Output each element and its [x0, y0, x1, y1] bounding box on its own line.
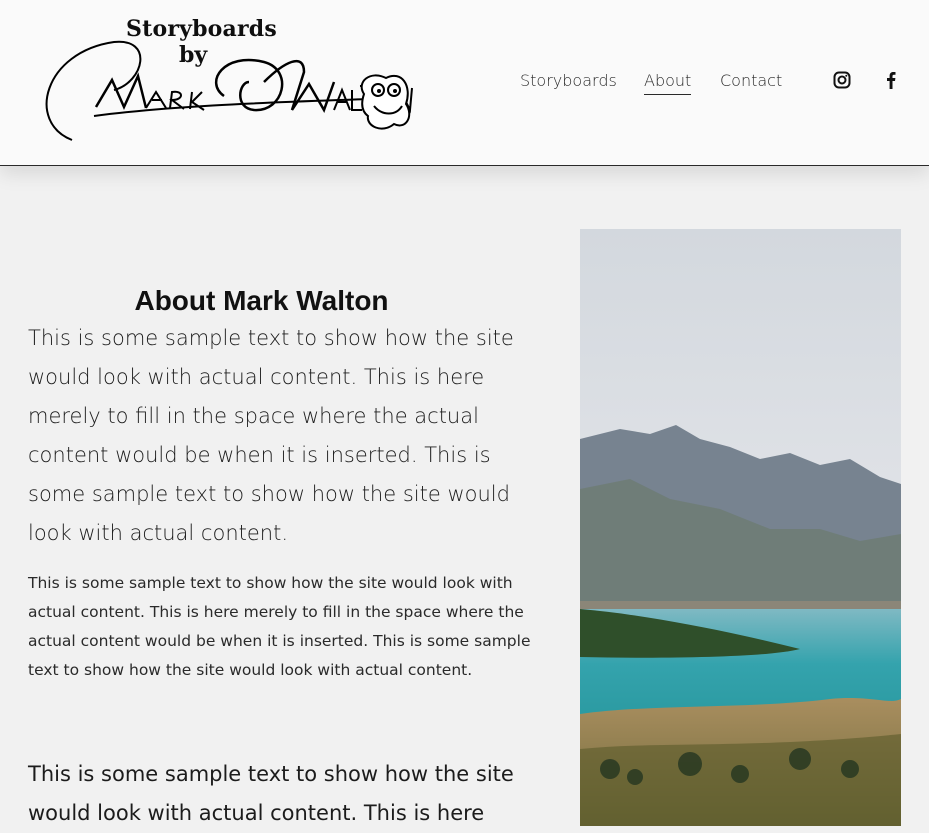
landscape-image	[580, 229, 901, 826]
page-title: About Mark Walton	[134, 284, 389, 316]
logo-title-line: Storyboards	[126, 16, 277, 42]
facebook-link[interactable]	[886, 71, 896, 89]
body-paragraph: This is some sample text to show how the…	[28, 574, 531, 679]
instagram-link[interactable]	[833, 71, 851, 89]
site-header: Storyboards by Storyboards About Contact	[0, 0, 929, 166]
lead-paragraph-2: This is some sample text to show how the…	[28, 762, 514, 825]
site-logo[interactable]: Storyboards by	[34, 12, 414, 152]
nav-link-contact[interactable]: Contact	[720, 71, 782, 90]
facebook-icon	[887, 72, 896, 89]
nav-link-about[interactable]: About	[644, 71, 692, 95]
nav-link-storyboards[interactable]: Storyboards	[520, 71, 617, 90]
logo-by-line: by	[179, 42, 208, 68]
lead-paragraph: This is some sample text to show how the…	[28, 326, 514, 545]
mountain-lake-image	[580, 229, 901, 826]
instagram-icon	[833, 71, 851, 89]
